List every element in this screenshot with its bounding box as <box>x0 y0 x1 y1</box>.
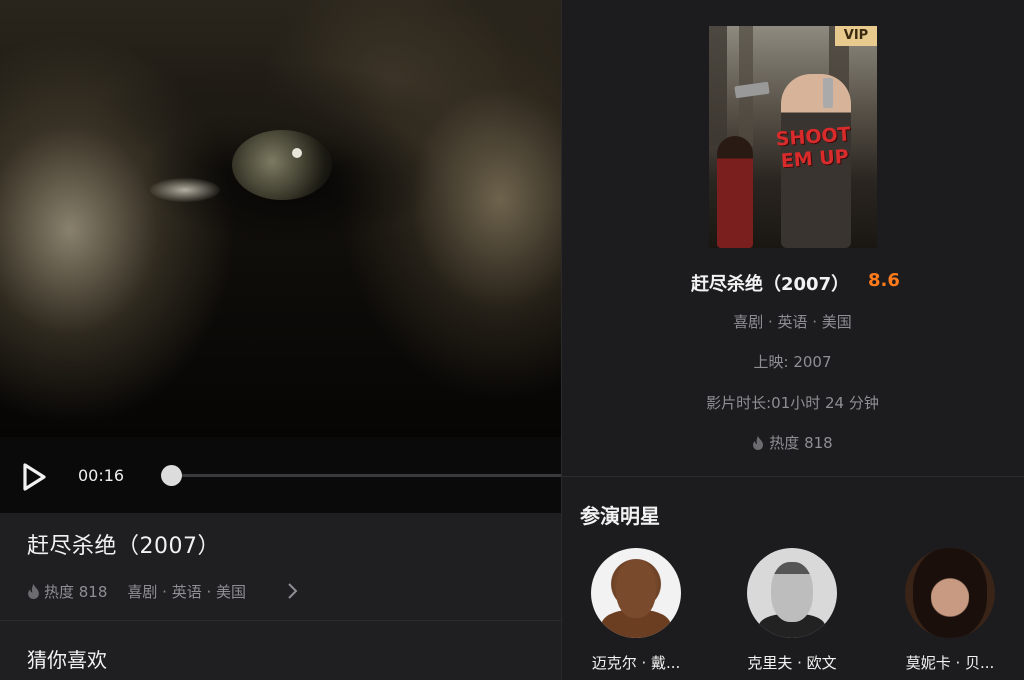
detail-heat: 热度 818 <box>561 432 1024 453</box>
chevron-right-icon[interactable] <box>286 582 298 600</box>
avatar <box>747 548 837 638</box>
video-frame[interactable] <box>0 0 561 437</box>
movie-meta-row[interactable]: 热度 818 喜剧 · 英语 · 美国 <box>27 580 246 602</box>
current-time: 00:16 <box>78 466 125 485</box>
genre-label: 喜剧 · 英语 · 美国 <box>127 582 247 601</box>
poster-title-art: SHOOT EM UP <box>775 123 852 173</box>
divider <box>561 476 1024 477</box>
rating-score: 8.6 <box>868 270 900 291</box>
detail-heat-label: 热度 818 <box>769 434 833 452</box>
cast-name: 克里夫 · 欧文 <box>747 654 837 672</box>
detail-release: 上映: 2007 <box>753 353 832 371</box>
progress-track[interactable] <box>172 474 561 477</box>
avatar-hair <box>913 548 987 638</box>
video-image-glint <box>292 148 302 158</box>
cast-member[interactable]: 迈克尔 · 戴... <box>571 548 701 673</box>
video-image-highlight <box>150 178 220 202</box>
movie-title: 赶尽杀绝（2007） <box>27 534 220 559</box>
play-icon[interactable] <box>20 462 48 492</box>
avatar <box>591 548 681 638</box>
avatar <box>905 548 995 638</box>
video-image-eye <box>232 130 332 200</box>
cast-member[interactable]: 莫妮卡 · 贝... <box>885 548 1015 673</box>
progress-thumb[interactable] <box>161 465 182 486</box>
section-title-cast: 参演明星 <box>580 504 660 528</box>
vip-badge: VIP <box>835 26 877 46</box>
cast-member[interactable]: 克里夫 · 欧文 <box>727 548 857 673</box>
poster-figure-woman <box>717 136 753 248</box>
detail-genre: 喜剧 · 英语 · 美国 <box>733 313 852 331</box>
poster-gun <box>823 78 833 108</box>
avatar-face <box>771 562 813 622</box>
avatar-face <box>616 560 656 618</box>
cast-name: 莫妮卡 · 贝... <box>905 654 995 672</box>
detail-title: 赶尽杀绝（2007） <box>691 274 850 295</box>
detail-duration: 影片时长:01小时 24 分钟 <box>706 394 879 412</box>
divider <box>0 620 561 621</box>
left-pane <box>0 0 561 680</box>
section-title-recommend: 猜你喜欢 <box>27 648 107 672</box>
flame-icon <box>28 583 39 599</box>
heat-label: 热度 818 <box>44 582 108 601</box>
cast-name: 迈克尔 · 戴... <box>591 654 681 672</box>
flame-icon <box>753 435 764 450</box>
movie-poster[interactable]: SHOOT EM UP <box>709 26 877 248</box>
